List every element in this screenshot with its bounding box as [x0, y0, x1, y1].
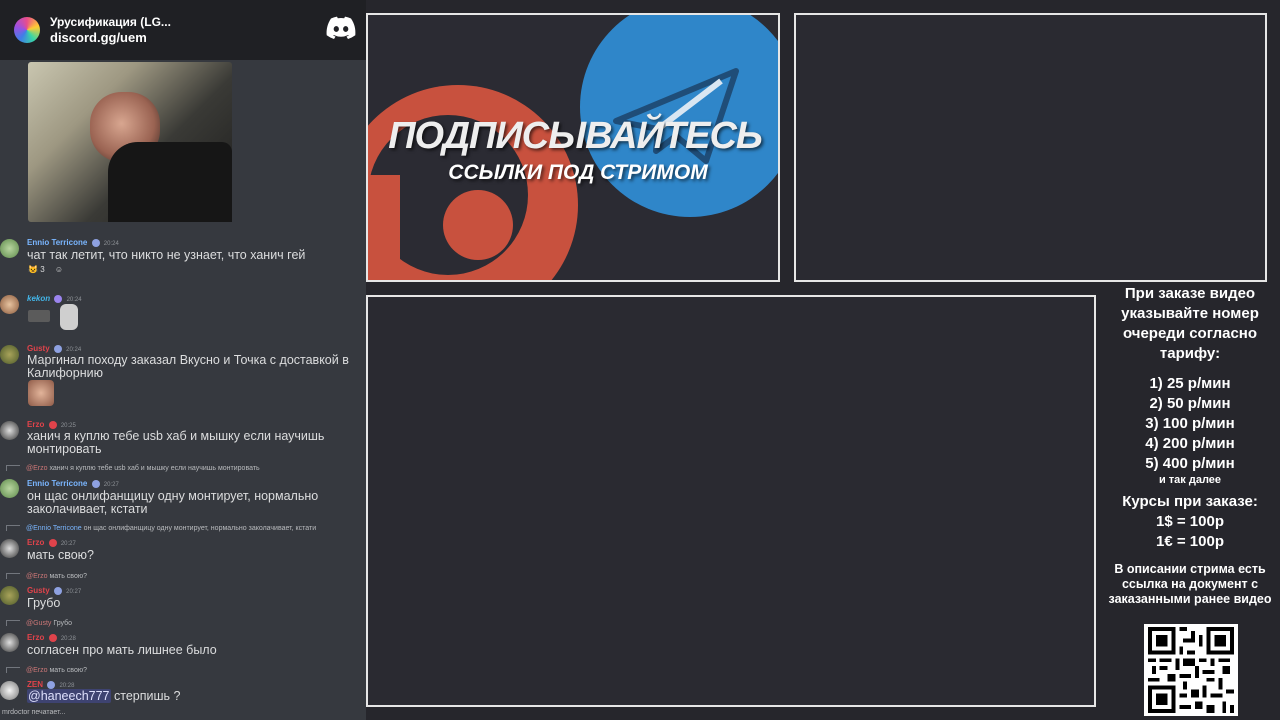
role-badge-icon: [48, 420, 57, 429]
qr-code-icon[interactable]: [1144, 624, 1238, 716]
message-text: согласен про мать лишнее было: [27, 643, 217, 657]
server-name: Урусификация (LG...: [50, 15, 171, 29]
message-text: мать свою?: [27, 548, 95, 562]
avatar[interactable]: [0, 539, 19, 558]
message-author[interactable]: Ennio Terricone: [27, 479, 87, 488]
banner-title: ПОДПИСЫВАЙТЕСЬ: [388, 115, 763, 157]
role-badge-icon: [54, 294, 63, 303]
reply-preview[interactable]: @Gusty Грубо: [6, 620, 72, 627]
message-text: Грубо: [27, 596, 61, 610]
avatar[interactable]: [0, 681, 19, 700]
message-time: 20:24: [66, 297, 82, 303]
message-text: он щас онлифанщицу одну монтирует, норма…: [27, 489, 319, 516]
avatar[interactable]: [0, 479, 19, 498]
role-badge-icon: [91, 479, 100, 488]
server-icon: [14, 17, 40, 43]
avatar[interactable]: [0, 239, 19, 258]
message-author[interactable]: Gusty: [27, 586, 50, 595]
rate-item: 1€ = 100р: [1156, 533, 1224, 550]
etc-note: и так далее: [1158, 474, 1222, 486]
message-text: чат так летит, что никто не узнает, что …: [27, 248, 306, 262]
reply-preview[interactable]: @Erzo ханич я куплю тебе usb хаб и мышку…: [6, 465, 260, 472]
message-author[interactable]: Erzo: [27, 633, 44, 642]
discord-chat-widget: Урусификация (LG... discord.gg/uem Ennio…: [0, 0, 366, 720]
tariff-item: 5) 400 р/мин: [1145, 455, 1235, 472]
reply-preview[interactable]: @Erzo мать свою?: [6, 573, 87, 580]
message-author[interactable]: Erzo: [27, 420, 44, 429]
gif-embed[interactable]: [28, 62, 232, 222]
role-badge-icon: [47, 680, 56, 689]
reply-preview[interactable]: @Ennio Terricone он щас онлифанщицу одну…: [6, 525, 316, 532]
doc-note: В описании стрима есть ссылка на докумен…: [1108, 562, 1272, 606]
discord-header: Урусификация (LG... discord.gg/uem: [0, 0, 366, 60]
order-note: При заказе видео указывайте номер очеред…: [1121, 285, 1259, 362]
message-time: 20:27: [103, 482, 119, 488]
tariff-item: 3) 100 р/мин: [1145, 415, 1235, 432]
reaction[interactable]: 😺 3 ☺: [28, 265, 63, 274]
avatar[interactable]: [0, 633, 19, 652]
user-mention[interactable]: @haneech777: [27, 689, 111, 703]
role-badge-icon: [91, 238, 100, 247]
webcam-frame: [794, 13, 1267, 282]
message-author[interactable]: Erzo: [27, 538, 44, 547]
cat-emoji-icon: 😺: [28, 265, 38, 274]
invite-link[interactable]: discord.gg/uem: [50, 30, 171, 46]
typing-indicator: mrdoctor печатает...: [2, 709, 66, 716]
stream-overlay: Урусификация (LG... discord.gg/uem Ennio…: [0, 0, 1280, 720]
message-text: ханич я куплю тебе usb хаб и мышку если …: [27, 429, 325, 456]
gun-emoji-icon: [28, 310, 50, 322]
message-time: 20:27: [66, 589, 82, 595]
banner-subtitle: ССЫЛКИ ПОД СТРИМОМ: [448, 161, 708, 184]
avatar[interactable]: [0, 421, 19, 440]
avatar[interactable]: [0, 295, 19, 314]
message-text: Маргинал походу заказал Вкусно и Точка с…: [27, 353, 349, 380]
avatar[interactable]: [0, 345, 19, 364]
video-frame: [366, 295, 1096, 707]
avatar[interactable]: [0, 586, 19, 605]
message-time: 20:27: [60, 541, 76, 547]
tariff-item: 2) 50 р/мин: [1149, 395, 1231, 412]
face-emoji-icon: [28, 380, 54, 406]
role-badge-icon: [48, 633, 57, 642]
add-reaction-icon[interactable]: ☺: [55, 265, 63, 274]
rate-item: 1$ = 100р: [1156, 513, 1224, 530]
role-badge-icon: [48, 538, 57, 547]
tariff-list: 1) 25 р/мин 2) 50 р/мин 3) 100 р/мин 4) …: [1100, 374, 1280, 474]
message-author[interactable]: ZEN: [27, 680, 43, 689]
reply-preview[interactable]: @Erzo мать свою?: [6, 667, 87, 674]
message-time: 20:28: [60, 636, 76, 642]
message-text: стерпишь ?: [114, 689, 181, 703]
tariff-item: 1) 25 р/мин: [1149, 375, 1231, 392]
message-author[interactable]: kekon: [27, 294, 50, 303]
reaction-count: 3: [40, 265, 45, 274]
role-badge-icon: [53, 586, 62, 595]
subscribe-banner: ПОДПИСЫВАЙТЕСЬ ССЫЛКИ ПОД СТРИМОМ: [366, 13, 780, 282]
mask-emoji-icon: [60, 304, 78, 330]
message-author[interactable]: Ennio Terricone: [27, 238, 87, 247]
discord-logo-icon: [326, 16, 356, 39]
message-time: 20:24: [103, 241, 119, 247]
order-info: При заказе видео указывайте номер очеред…: [1100, 284, 1280, 607]
message-author[interactable]: Gusty: [27, 344, 50, 353]
role-badge-icon: [53, 344, 62, 353]
tariff-item: 4) 200 р/мин: [1145, 435, 1235, 452]
rates-title: Курсы при заказе:: [1122, 493, 1258, 510]
